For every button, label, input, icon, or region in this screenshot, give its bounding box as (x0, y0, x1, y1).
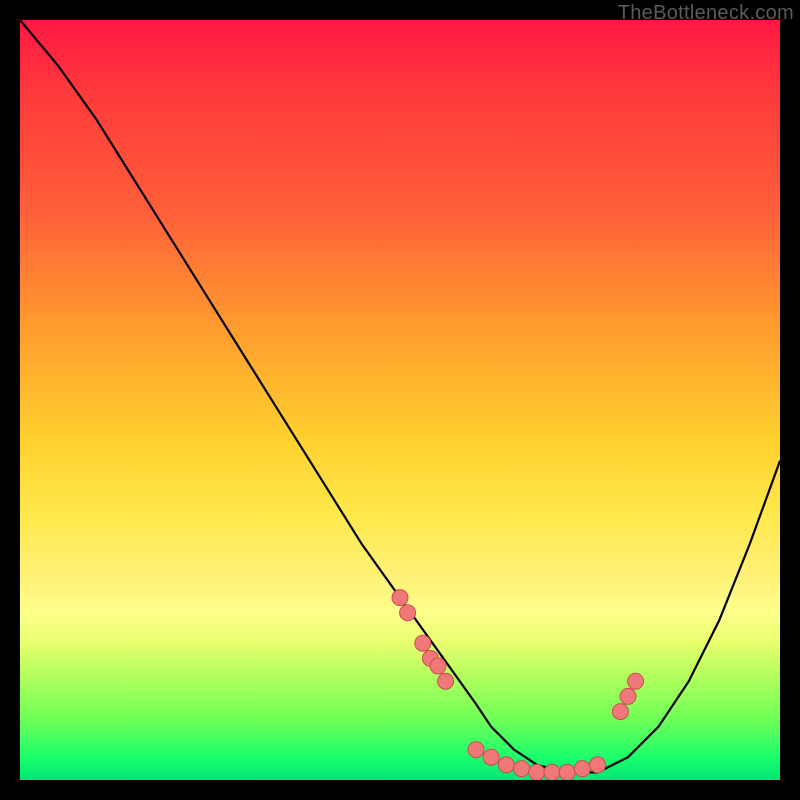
chart-gradient-background (20, 20, 780, 780)
chart-frame (20, 20, 780, 780)
watermark-text: TheBottleneck.com (618, 2, 794, 25)
